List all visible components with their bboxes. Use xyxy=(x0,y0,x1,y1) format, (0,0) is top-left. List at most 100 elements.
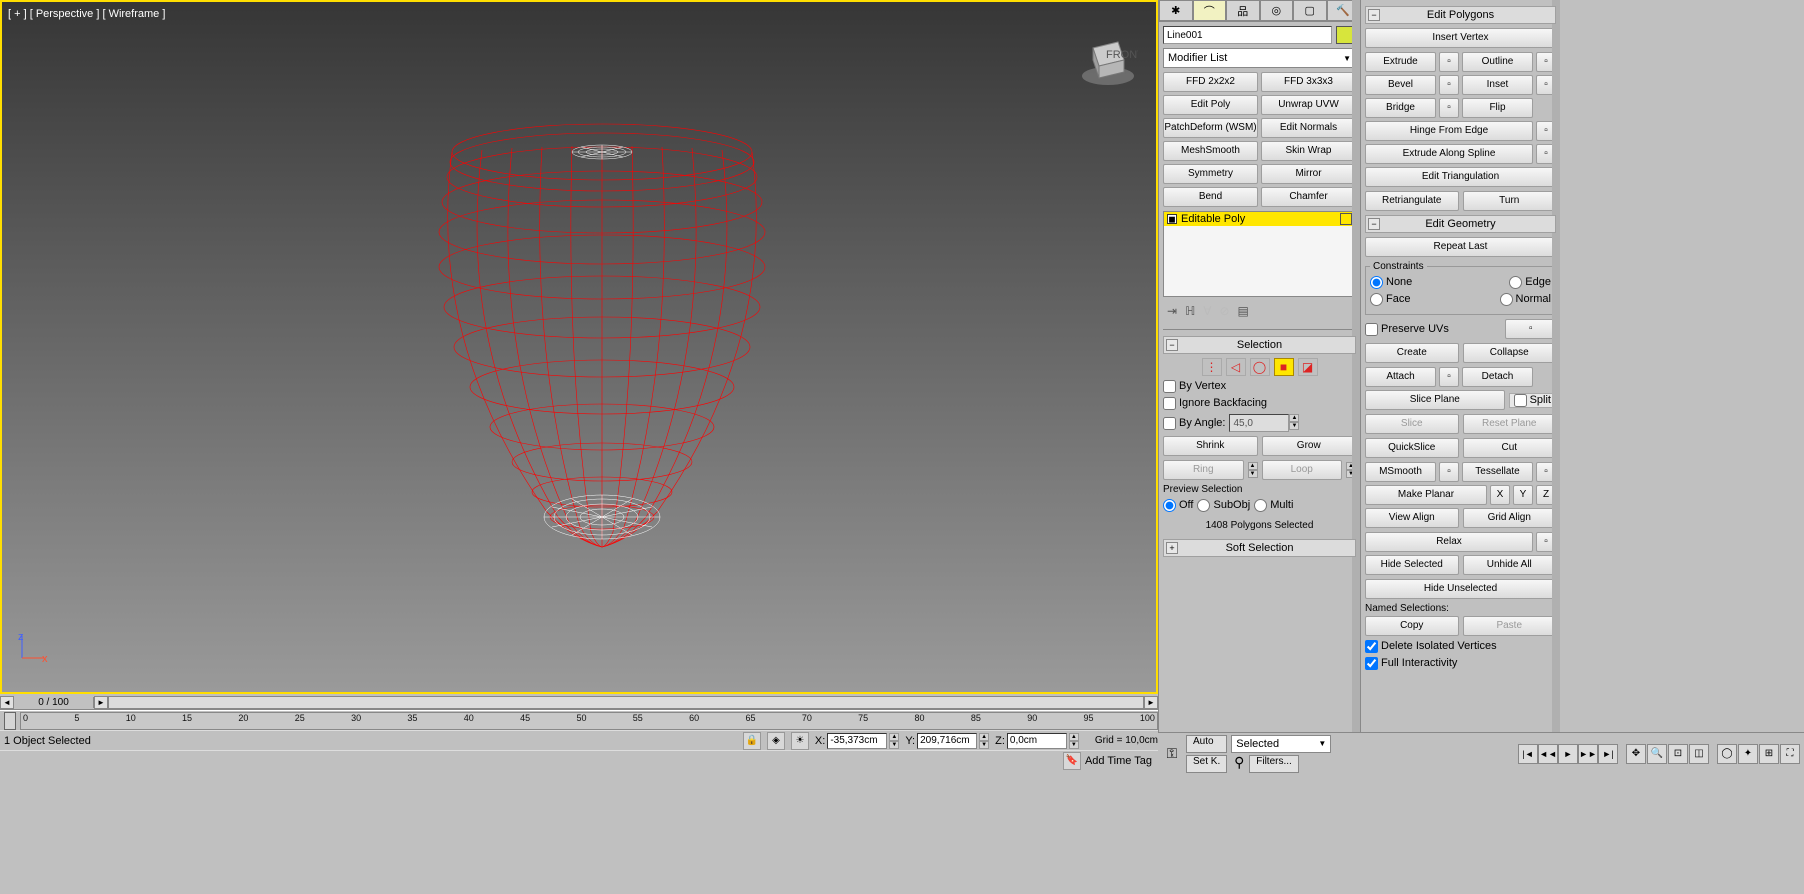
bevel-button[interactable]: Bevel xyxy=(1365,75,1436,95)
slice-button[interactable]: Slice xyxy=(1365,414,1459,434)
tag-icon[interactable]: 🔖 xyxy=(1063,752,1081,770)
preset-skin-wrap[interactable]: Skin Wrap xyxy=(1261,141,1356,161)
preset-ffd-2x2x2[interactable]: FFD 2x2x2 xyxy=(1163,72,1258,92)
planar-y-button[interactable]: Y xyxy=(1513,485,1533,505)
key-filters-button[interactable]: Filters... xyxy=(1249,755,1299,773)
zoom-all-icon[interactable]: ⊞ xyxy=(1759,744,1779,764)
msmooth-settings-button[interactable]: ▫ xyxy=(1439,462,1459,482)
expand-icon[interactable]: ◼ xyxy=(1167,214,1177,224)
z-coord-input[interactable] xyxy=(1007,733,1067,749)
preserve-uvs-check[interactable]: Preserve UVs xyxy=(1365,323,1449,336)
add-time-tag[interactable]: Add Time Tag xyxy=(1085,755,1152,767)
preset-edit-normals[interactable]: Edit Normals xyxy=(1261,118,1356,138)
ring-spinner[interactable]: ▲▼ xyxy=(1248,462,1258,478)
x-coord-input[interactable] xyxy=(827,733,887,749)
prev-frame-button[interactable]: ◄◄ xyxy=(1538,744,1558,764)
scroll-left-icon[interactable]: ◄ xyxy=(0,696,14,709)
scroll-right-icon[interactable]: ► xyxy=(94,696,108,709)
view-align-button[interactable]: View Align xyxy=(1365,508,1459,528)
preserve-uvs-settings-button[interactable]: ▫ xyxy=(1505,319,1556,339)
play-button[interactable]: ► xyxy=(1558,744,1578,764)
x-spinner[interactable]: ▲▼ xyxy=(889,733,899,749)
subobj-element-icon[interactable]: ◪ xyxy=(1298,358,1318,376)
reset-plane-button[interactable]: Reset Plane xyxy=(1463,414,1557,434)
split-check[interactable]: Split xyxy=(1509,393,1556,408)
preset-chamfer[interactable]: Chamfer xyxy=(1261,187,1356,207)
preset-symmetry[interactable]: Symmetry xyxy=(1163,164,1258,184)
preset-mirror[interactable]: Mirror xyxy=(1261,164,1356,184)
by-vertex-check[interactable]: By Vertex xyxy=(1163,380,1226,393)
preset-bend[interactable]: Bend xyxy=(1163,187,1258,207)
preset-ffd-3x3x3[interactable]: FFD 3x3x3 xyxy=(1261,72,1356,92)
msmooth-button[interactable]: MSmooth xyxy=(1365,462,1436,482)
turn-button[interactable]: Turn xyxy=(1463,191,1557,211)
grow-button[interactable]: Grow xyxy=(1262,436,1357,456)
preset-patchdeform-wsm-[interactable]: PatchDeform (WSM) xyxy=(1163,118,1258,138)
loop-button[interactable]: Loop xyxy=(1262,460,1343,480)
time-ruler[interactable]: 0510152025303540455055606570758085909510… xyxy=(20,712,1158,730)
preset-edit-poly[interactable]: Edit Poly xyxy=(1163,95,1258,115)
modifier-stack[interactable]: ◼ Editable Poly xyxy=(1163,211,1356,297)
grid-align-button[interactable]: Grid Align xyxy=(1463,508,1557,528)
slice-plane-button[interactable]: Slice Plane xyxy=(1365,390,1505,410)
configure-icon[interactable]: ▤ xyxy=(1238,304,1249,318)
subobj-edge-icon[interactable]: ◁ xyxy=(1226,358,1246,376)
hinge-button[interactable]: Hinge From Edge xyxy=(1365,121,1533,141)
retriangulate-button[interactable]: Retriangulate xyxy=(1365,191,1459,211)
lock-icon[interactable]: 🔒 xyxy=(743,732,761,750)
isolate-icon[interactable]: ☀ xyxy=(791,732,809,750)
y-spinner[interactable]: ▲▼ xyxy=(979,733,989,749)
remove-icon[interactable]: ⊘ xyxy=(1219,304,1229,318)
paste-button[interactable]: Paste xyxy=(1463,616,1557,636)
extrude-settings-button[interactable]: ▫ xyxy=(1439,52,1459,72)
collapse-button[interactable]: Collapse xyxy=(1463,343,1557,363)
fov-icon[interactable]: ◫ xyxy=(1689,744,1709,764)
unhide-all-button[interactable]: Unhide All xyxy=(1463,555,1557,575)
flip-button[interactable]: Flip xyxy=(1462,98,1533,118)
extrude-button[interactable]: Extrude xyxy=(1365,52,1436,72)
snap-icon[interactable]: ◈ xyxy=(767,732,785,750)
edit-tri-button[interactable]: Edit Triangulation xyxy=(1365,167,1556,187)
pin-stack-icon[interactable]: ⇥ xyxy=(1167,304,1177,318)
tab-motion[interactable]: ◎ xyxy=(1260,0,1294,21)
shrink-button[interactable]: Shrink xyxy=(1163,436,1258,456)
outline-button[interactable]: Outline xyxy=(1462,52,1533,72)
tab-display[interactable]: ▢ xyxy=(1293,0,1327,21)
hide-unselected-button[interactable]: Hide Unselected xyxy=(1365,579,1556,599)
relax-button[interactable]: Relax xyxy=(1365,532,1533,552)
set-key-button[interactable]: Set K. xyxy=(1186,755,1227,773)
hide-selected-button[interactable]: Hide Selected xyxy=(1365,555,1459,575)
ring-button[interactable]: Ring xyxy=(1163,460,1244,480)
bridge-button[interactable]: Bridge xyxy=(1365,98,1436,118)
tessellate-button[interactable]: Tessellate xyxy=(1462,462,1533,482)
angle-input[interactable] xyxy=(1229,414,1289,432)
constraint-edge-radio[interactable]: Edge xyxy=(1509,276,1551,289)
rollout-edit-polygons[interactable]: −Edit Polygons xyxy=(1365,6,1556,24)
goto-start-button[interactable]: |◄ xyxy=(1518,744,1538,764)
make-planar-button[interactable]: Make Planar xyxy=(1365,485,1487,505)
preview-multi-radio[interactable]: Multi xyxy=(1254,499,1293,512)
planar-x-button[interactable]: X xyxy=(1490,485,1510,505)
preview-off-radio[interactable]: Off xyxy=(1163,499,1193,512)
auto-key-button[interactable]: Auto xyxy=(1186,735,1227,753)
ignore-backfacing-check[interactable]: Ignore Backfacing xyxy=(1163,397,1267,410)
rollout-edit-geometry[interactable]: −Edit Geometry xyxy=(1365,215,1556,233)
key-filter-dropdown[interactable]: Selected▼ xyxy=(1231,735,1331,753)
unique-icon[interactable]: ∀ xyxy=(1203,304,1211,318)
bridge-settings-button[interactable]: ▫ xyxy=(1439,98,1459,118)
cut-button[interactable]: Cut xyxy=(1463,438,1557,458)
preset-meshsmooth[interactable]: MeshSmooth xyxy=(1163,141,1258,161)
create-button[interactable]: Create xyxy=(1365,343,1459,363)
constraint-normal-radio[interactable]: Normal xyxy=(1500,293,1551,306)
rollout-soft-selection[interactable]: +Soft Selection xyxy=(1163,539,1356,557)
subobj-polygon-icon[interactable]: ■ xyxy=(1274,358,1294,376)
key-filters-icon[interactable]: ⚲ xyxy=(1231,755,1247,771)
preview-subobj-radio[interactable]: SubObj xyxy=(1197,499,1250,512)
full-interactivity-check[interactable]: Full Interactivity xyxy=(1365,657,1457,670)
attach-settings-button[interactable]: ▫ xyxy=(1439,367,1459,387)
orbit-icon[interactable]: ◯ xyxy=(1717,744,1737,764)
extrude-spline-button[interactable]: Extrude Along Spline xyxy=(1365,144,1533,164)
timeline-scrollbar[interactable] xyxy=(108,696,1144,709)
repeat-last-button[interactable]: Repeat Last xyxy=(1365,237,1556,257)
scroll-end-icon[interactable]: ► xyxy=(1144,696,1158,709)
